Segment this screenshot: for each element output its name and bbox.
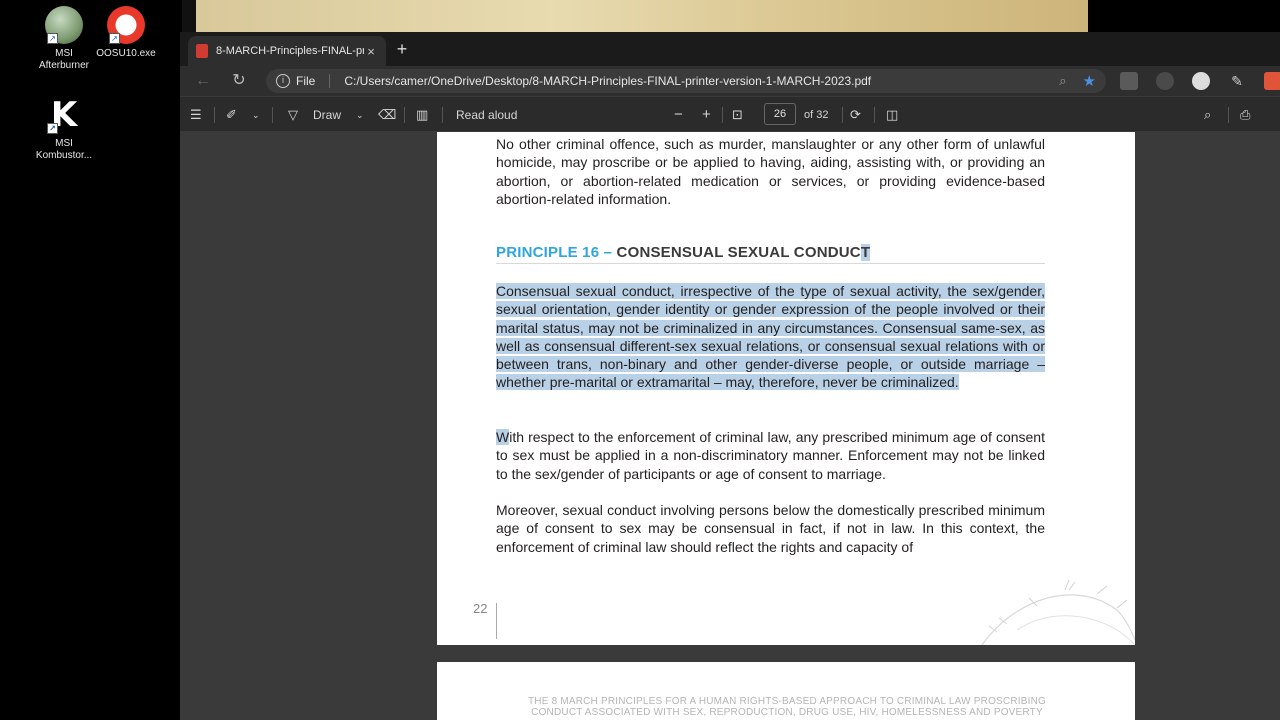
draw-icon[interactable]: ▽ xyxy=(288,105,298,125)
heading-selected-char: T xyxy=(860,244,871,261)
search-icon[interactable]: ⌕ xyxy=(1204,105,1211,125)
new-tab-button[interactable]: + xyxy=(392,40,412,60)
principle-16-heading: PRINCIPLE 16 – CONSENSUAL SEXUAL CONDUCT xyxy=(496,244,1045,264)
url-text[interactable]: C:/Users/camer/OneDrive/Desktop/8-MARCH-… xyxy=(344,74,1051,88)
chevron-down-icon[interactable]: ⌄ xyxy=(356,105,364,125)
heading-title: CONSENSUAL SEXUAL CONDUC xyxy=(616,244,861,261)
desktop-icon-oosu10[interactable]: ↗ OOSU10.exe xyxy=(90,6,162,60)
page-view-icon[interactable]: ◫ xyxy=(886,105,898,125)
favorite-star-icon[interactable]: ★ xyxy=(1083,72,1096,90)
desktop-icon-label: MSI Kombustor... xyxy=(35,138,93,161)
page-number-input[interactable]: 26 xyxy=(764,103,796,125)
extension-dark-mode-icon[interactable] xyxy=(1192,72,1210,90)
zoom-search-icon[interactable]: ⌕ xyxy=(1059,73,1066,89)
toolbar-divider xyxy=(442,107,443,123)
paragraph-consensual-conduct[interactable]: Consensual sexual conduct, irrespective … xyxy=(496,282,1045,392)
pdf-page: No other criminal offence, such as murde… xyxy=(437,132,1135,645)
toolbar-divider xyxy=(1228,107,1229,123)
oosu10-icon: ↗ xyxy=(107,6,145,44)
toolbar-divider xyxy=(722,107,723,123)
msi-afterburner-icon: ↗ xyxy=(45,6,83,44)
highlight-icon[interactable]: ✐ xyxy=(226,105,237,125)
print-icon[interactable]: ⎙ xyxy=(1240,105,1250,125)
extension-help-icon[interactable] xyxy=(1120,72,1138,90)
page-number-label: 22 xyxy=(473,601,488,616)
zoom-out-button[interactable]: − xyxy=(674,105,683,125)
running-header: THE 8 MARCH PRINCIPLES FOR A HUMAN RIGHT… xyxy=(528,696,1046,718)
rotate-icon[interactable]: ⟳ xyxy=(850,105,861,125)
page-total-label: of 32 xyxy=(804,109,829,121)
background-window-strip xyxy=(196,0,1088,32)
address-bar: ← ↻ i File C:/Users/camer/OneDrive/Deskt… xyxy=(180,66,1280,96)
desktop-icon-label: OOSU10.exe xyxy=(96,48,156,59)
selected-char: W xyxy=(496,429,510,445)
pdf-page-next: THE 8 MARCH PRINCIPLES FOR A HUMAN RIGHT… xyxy=(437,662,1135,720)
text-view-icon[interactable]: ▥ xyxy=(416,105,428,125)
toolbar-divider xyxy=(874,107,875,123)
cactus-illustration xyxy=(981,579,1135,645)
eraser-icon[interactable]: ⌫ xyxy=(378,105,396,125)
refresh-icon[interactable]: ↻ xyxy=(228,70,250,92)
draw-button[interactable]: Draw xyxy=(313,105,341,125)
info-icon[interactable]: i xyxy=(276,74,290,88)
extension-red-icon[interactable] xyxy=(1264,72,1280,90)
chevron-down-icon[interactable]: ⌄ xyxy=(252,105,260,125)
fit-page-icon[interactable]: ⊡ xyxy=(732,105,743,125)
paragraph-moreover: Moreover, sexual conduct involving perso… xyxy=(496,502,1045,555)
desktop-icon-msi-kombustor[interactable]: K ↗ MSI Kombustor... xyxy=(28,96,100,162)
extension-github-icon[interactable] xyxy=(1156,72,1174,90)
back-arrow-icon[interactable]: ← xyxy=(192,70,214,92)
page-margin-line xyxy=(496,603,497,639)
pdf-viewer[interactable]: No other criminal offence, such as murde… xyxy=(180,132,1280,720)
desktop: ↗ MSI Afterburner ↗ OOSU10.exe K ↗ MSI K… xyxy=(0,0,180,720)
wallpaper-edge xyxy=(182,0,196,32)
url-field[interactable]: i File C:/Users/camer/OneDrive/Desktop/8… xyxy=(266,69,1106,93)
contents-list-icon[interactable]: ☰ xyxy=(190,105,202,125)
toolbar-divider xyxy=(404,107,405,123)
toolbar-divider xyxy=(842,107,843,123)
paragraph-abortion-offences: No other criminal offence, such as murde… xyxy=(496,136,1045,207)
paragraph-enforcement: With respect to the enforcement of crimi… xyxy=(496,428,1045,483)
extension-pen-icon[interactable]: ✎ xyxy=(1228,72,1246,90)
shortcut-arrow-icon: ↗ xyxy=(47,123,58,134)
url-scheme-label: File xyxy=(296,74,316,88)
shortcut-arrow-icon: ↗ xyxy=(47,33,58,44)
msi-kombustor-icon: K ↗ xyxy=(45,96,83,134)
close-tab-icon[interactable]: × xyxy=(364,44,378,59)
tab-title: 8-MARCH-Principles-FINAL-print xyxy=(216,45,364,57)
toolbar-divider xyxy=(214,107,215,123)
heading-number: PRINCIPLE 16 – xyxy=(496,244,617,261)
selected-text: Consensual sexual conduct, irrespective … xyxy=(496,283,1045,391)
browser-window: 8-MARCH-Principles-FINAL-print × + ← ↻ i… xyxy=(180,32,1280,720)
paragraph-text: ith respect to the enforcement of crimin… xyxy=(496,429,1045,482)
read-aloud-button[interactable]: Read aloud xyxy=(456,105,517,125)
zoom-in-button[interactable]: + xyxy=(702,105,711,125)
tab-pdf[interactable]: 8-MARCH-Principles-FINAL-print × xyxy=(188,36,386,66)
url-divider xyxy=(329,74,331,88)
pdf-file-icon xyxy=(196,44,208,58)
toolbar-divider xyxy=(272,107,273,123)
pdf-toolbar: ☰ ✐ ⌄ ▽ Draw ⌄ ⌫ ▥ Read aloud − + ⊡ 26 o… xyxy=(180,96,1280,132)
tab-bar: 8-MARCH-Principles-FINAL-print × + xyxy=(180,32,1280,68)
shortcut-arrow-icon: ↗ xyxy=(109,33,120,44)
